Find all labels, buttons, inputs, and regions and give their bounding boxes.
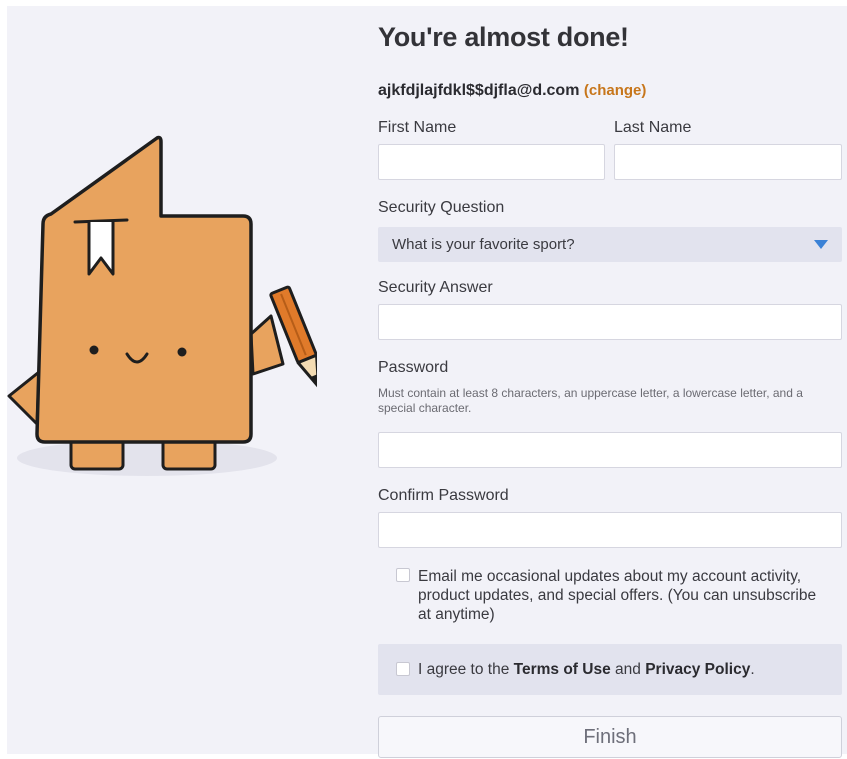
agree-suffix: . bbox=[750, 661, 755, 678]
first-name-label: First Name bbox=[378, 119, 457, 136]
terms-agreement-box: I agree to the Terms of Use and Privacy … bbox=[378, 644, 842, 695]
terms-of-use-link[interactable]: Terms of Use bbox=[514, 661, 611, 678]
email-updates-checkbox[interactable] bbox=[396, 568, 410, 582]
password-label: Password bbox=[378, 359, 449, 376]
security-question-select[interactable]: What is your favorite sport? bbox=[378, 227, 842, 262]
triangle-down-icon bbox=[814, 240, 828, 249]
document-mascot-illustration bbox=[7, 135, 317, 476]
agree-and: and bbox=[610, 661, 646, 678]
security-answer-input[interactable] bbox=[378, 304, 842, 340]
last-name-input[interactable] bbox=[614, 144, 842, 180]
signup-page: You're almost done! ajkfdjlajfdkl$$djfla… bbox=[7, 6, 847, 758]
email-updates-label: Email me occasional updates about my acc… bbox=[418, 568, 817, 623]
account-email-line: ajkfdjlajfdkl$$djfla@d.com (change) bbox=[378, 82, 646, 100]
confirm-password-input[interactable] bbox=[378, 512, 842, 548]
agree-prefix: I agree to the bbox=[418, 661, 514, 678]
agree-terms-checkbox[interactable] bbox=[396, 662, 410, 676]
change-email-link[interactable]: (change) bbox=[584, 82, 647, 99]
security-question-selected-value: What is your favorite sport? bbox=[392, 236, 575, 253]
confirm-password-label: Confirm Password bbox=[378, 487, 509, 504]
page-title: You're almost done! bbox=[378, 22, 629, 52]
last-name-label: Last Name bbox=[614, 119, 692, 136]
security-answer-label: Security Answer bbox=[378, 279, 493, 296]
first-name-input[interactable] bbox=[378, 144, 605, 180]
account-email: ajkfdjlajfdkl$$djfla@d.com bbox=[378, 82, 580, 99]
finish-button[interactable]: Finish bbox=[378, 716, 842, 758]
password-input[interactable] bbox=[378, 432, 842, 468]
privacy-policy-link[interactable]: Privacy Policy bbox=[645, 661, 750, 678]
password-hint: Must contain at least 8 characters, an u… bbox=[378, 386, 803, 415]
security-question-label: Security Question bbox=[378, 199, 505, 216]
agree-terms-label: I agree to the Terms of Use and Privacy … bbox=[418, 660, 755, 679]
